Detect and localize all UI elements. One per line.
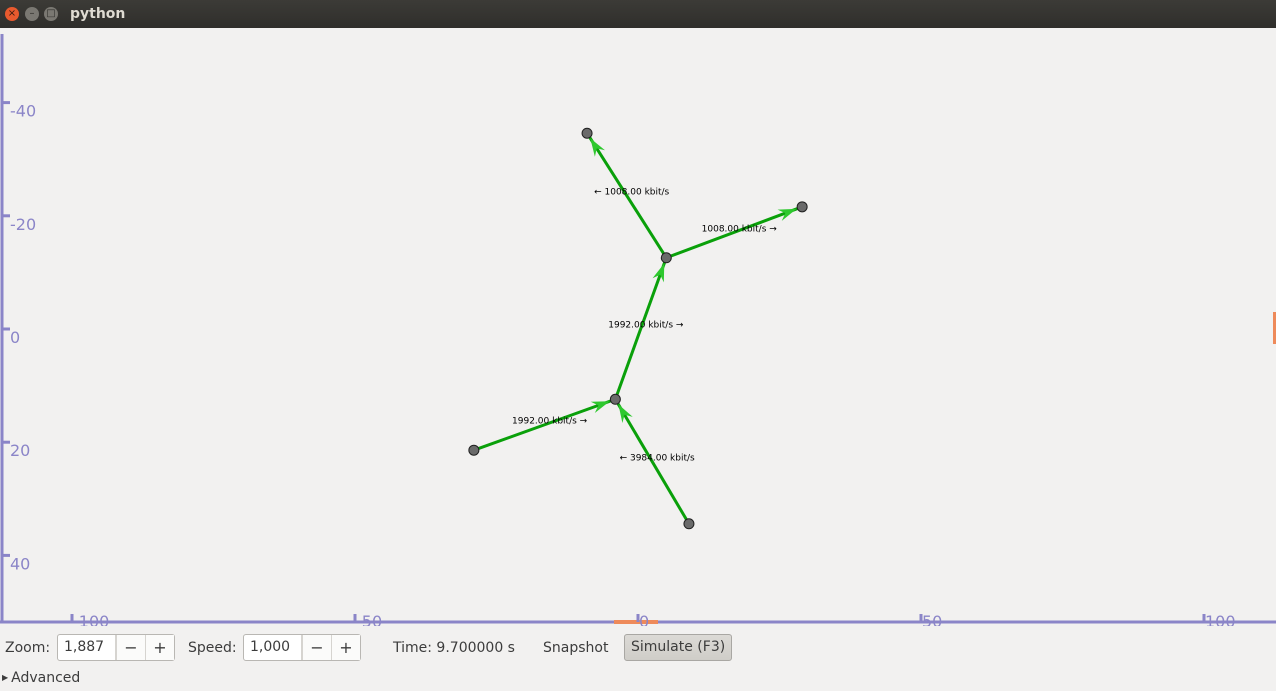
x-tick-label: 0 (639, 612, 649, 626)
maximize-window-button[interactable]: □ (44, 7, 58, 21)
title-bar: × – □ python (0, 0, 1276, 28)
control-bar: Zoom: 1,887 − + Speed: 1,000 − + Time: 9… (0, 626, 1276, 691)
advanced-label: Advanced (11, 670, 81, 686)
speed-spinbox[interactable]: 1,000 − + (243, 634, 361, 661)
minimize-icon: – (29, 8, 35, 19)
zoom-decrease-button[interactable]: − (116, 635, 145, 660)
zoom-label: Zoom: (5, 640, 51, 656)
speed-label: Speed: (188, 640, 237, 656)
x-range-marker (614, 620, 658, 624)
network-node[interactable] (660, 252, 672, 264)
x-tick-label: 50 (922, 612, 942, 626)
network-node[interactable] (468, 444, 480, 456)
snapshot-button[interactable]: Snapshot (543, 640, 608, 656)
x-tick-label: -100 (73, 612, 109, 626)
link-arrowhead (590, 138, 606, 157)
speed-increase-button[interactable]: + (331, 635, 360, 660)
network-node[interactable] (796, 201, 808, 213)
link-label: 1992.00 kbit/s → (608, 321, 684, 331)
speed-decrease-button[interactable]: − (302, 635, 331, 660)
x-tick-label: 100 (1205, 612, 1236, 626)
y-tick-label: -40 (10, 102, 36, 121)
network-node[interactable] (609, 393, 621, 405)
window-title: python (70, 6, 126, 22)
link-arrowhead (618, 404, 633, 423)
link-label: ← 1008.00 kbit/s (594, 188, 669, 198)
link-label: 1008.00 kbit/s → (702, 224, 778, 234)
speed-input[interactable]: 1,000 (244, 635, 302, 660)
network-node[interactable] (683, 518, 695, 530)
x-tick-label: -50 (356, 612, 382, 626)
maximize-icon: □ (46, 8, 56, 19)
simulate-button[interactable]: Simulate (F3) (624, 634, 733, 661)
advanced-expander[interactable]: ▶ Advanced (2, 670, 80, 686)
topology-canvas[interactable]: -40 -20 0 20 40 -100 -50 0 50 100 ← 1008.00 kbit/s… (0, 28, 1276, 631)
y-tick-label: -20 (10, 215, 36, 234)
link-label: 1992.00 kbit/s → (512, 417, 588, 427)
zoom-increase-button[interactable]: + (145, 635, 174, 660)
zoom-input[interactable]: 1,887 (58, 635, 116, 660)
y-tick-label: 0 (10, 328, 20, 347)
close-window-button[interactable]: × (5, 7, 19, 21)
topology-svg[interactable]: -40 -20 0 20 40 -100 -50 0 50 100 ← 1008.00 kbit/s… (0, 28, 1276, 631)
y-tick-label: 40 (10, 554, 30, 573)
y-tick-label: 20 (10, 441, 30, 460)
time-readout: Time: 9.700000 s (393, 640, 515, 656)
zoom-spinbox[interactable]: 1,887 − + (57, 634, 175, 661)
minimize-window-button[interactable]: – (25, 7, 39, 21)
expander-arrow-icon: ▶ (2, 673, 9, 682)
network-node[interactable] (581, 127, 593, 139)
link-label: ← 3984.00 kbit/s (620, 454, 695, 464)
close-icon: × (7, 8, 17, 19)
